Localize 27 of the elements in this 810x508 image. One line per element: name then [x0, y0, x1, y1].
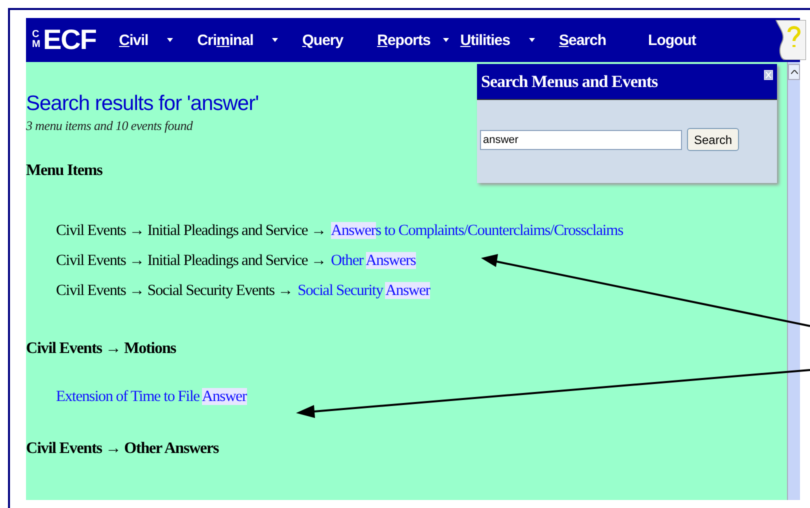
search-field[interactable]: answer — [480, 130, 682, 150]
nav-menu-item[interactable]: Reports — [374, 32, 434, 48]
section-heading: Menu Items — [26, 162, 104, 180]
search-button[interactable]: Search — [687, 128, 740, 151]
results-summary: 3 menu items and 10 events found — [26, 118, 194, 134]
nav-menu-item[interactable]: Logout — [645, 32, 699, 48]
section-heading: Civil Events → Motions — [26, 340, 177, 358]
nav-menu-item[interactable]: Search — [556, 32, 610, 48]
nav-menu-item[interactable]: Civil — [116, 32, 152, 48]
event-link[interactable]: Extension of Time to FileAnswer — [56, 388, 247, 405]
dropdown-caret-icon — [272, 38, 278, 42]
page-heading: Search results for 'answer' — [26, 92, 260, 116]
dropdown-caret-icon — [443, 38, 450, 42]
nav-menu-item[interactable]: Utilities — [457, 32, 513, 48]
menu-item-link[interactable]: Social SecurityAnswer — [298, 282, 430, 299]
popup-title: Search Menus and Events — [481, 72, 658, 92]
nav-menu-item[interactable]: Criminal — [194, 32, 256, 48]
section-heading: Civil Events → Other Answers — [26, 440, 220, 458]
nav-menu-item[interactable]: Query — [299, 32, 346, 48]
scrollbar[interactable] — [787, 62, 800, 500]
dropdown-caret-icon — [167, 38, 174, 42]
scroll-up-button[interactable] — [788, 64, 800, 80]
dropdown-caret-icon — [528, 38, 535, 42]
menu-item-link[interactable]: Answers to Complaints/Counterclaims/Crossclaims — [330, 222, 623, 239]
menu-path: Civil Events → Social Security Events → — [56, 282, 293, 299]
menu-path: Civil Events → Initial Pleadings and Service → — [56, 252, 326, 269]
menu-path: Civil Events → Initial Pleadings and Service → — [56, 222, 326, 239]
